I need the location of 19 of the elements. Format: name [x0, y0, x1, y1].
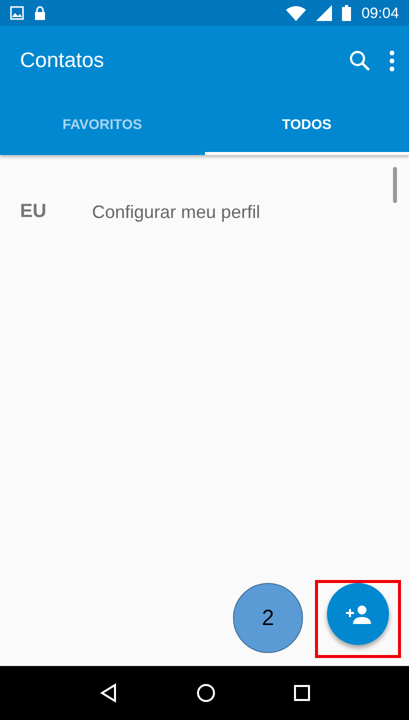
tab[interactable]: FAVORITOS: [0, 96, 204, 155]
signal-icon: [316, 5, 332, 21]
more-options-icon[interactable]: [389, 50, 395, 72]
search-icon[interactable]: [349, 50, 371, 72]
profile-setup-link[interactable]: Configurar meu perfil: [92, 202, 260, 222]
profile-label: EU: [20, 201, 48, 223]
back-icon[interactable]: [98, 683, 118, 703]
battery-icon: [342, 5, 352, 21]
recents-icon[interactable]: [292, 684, 310, 702]
app-title: Contatos: [20, 49, 106, 73]
add-contact-button[interactable]: [327, 583, 389, 645]
add-person-icon: [344, 604, 372, 624]
wifi-icon: [286, 6, 306, 20]
tab[interactable]: TODOS: [204, 96, 409, 155]
lock-icon: [34, 6, 46, 20]
annotation-marker: 2: [233, 583, 303, 653]
status-time: 09:04: [361, 4, 399, 22]
home-icon[interactable]: [196, 683, 216, 703]
image-icon: [10, 6, 24, 20]
